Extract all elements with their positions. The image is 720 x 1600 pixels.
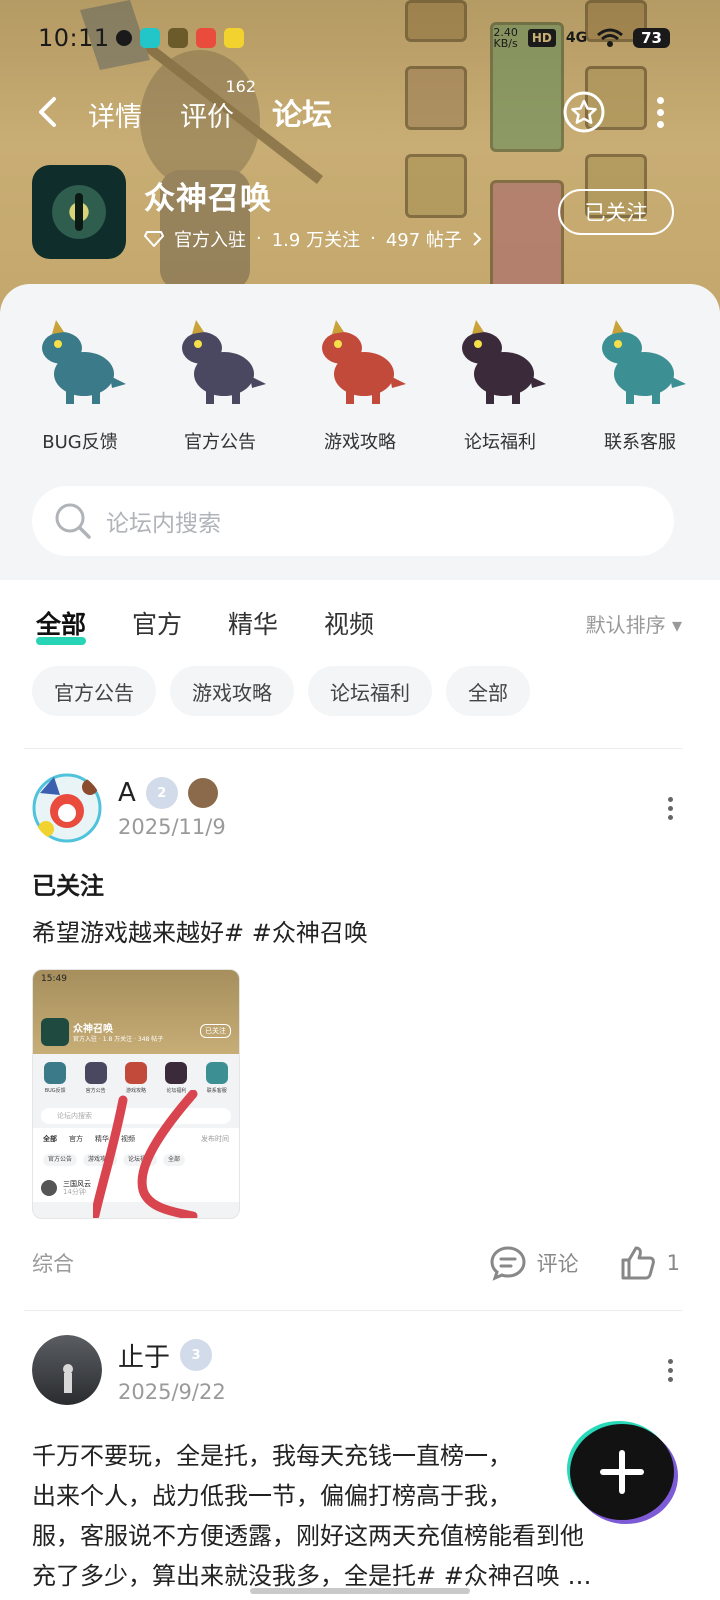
thumb-time: 15:49: [41, 974, 67, 984]
follower-count: 1.9 万关注: [271, 229, 361, 251]
tab-details[interactable]: 详情: [88, 95, 142, 134]
avatar[interactable]: [32, 773, 102, 843]
filter-tab-video[interactable]: 视频: [324, 605, 374, 641]
quick-link-label: BUG反馈: [42, 432, 118, 453]
author-name[interactable]: 止于: [118, 1337, 170, 1374]
like-count: 1: [666, 1251, 680, 1275]
quick-link-bug-report[interactable]: BUG反馈: [15, 314, 145, 454]
post-body[interactable]: 希望游戏越来越好# #众神召唤: [32, 915, 680, 951]
post-more-icon[interactable]: [660, 796, 680, 820]
post-title[interactable]: 已关注: [32, 866, 680, 901]
comment-icon: [490, 1246, 526, 1281]
game-info: 众神召唤 官方入驻 · 1.9 万关注 · 497 帖子 已关注: [32, 164, 674, 260]
comment-button[interactable]: 评论: [489, 1245, 579, 1281]
category-chips: 官方公告 游戏攻略 论坛福利 全部: [32, 666, 530, 716]
thumb-game-icon: [41, 1018, 69, 1046]
divider: [24, 748, 682, 749]
sort-dropdown[interactable]: 默认排序 ▾: [586, 609, 682, 638]
quick-link-welfare[interactable]: 论坛福利: [435, 314, 565, 454]
post-more-icon[interactable]: [660, 1358, 680, 1382]
favorite-star-icon[interactable]: [562, 90, 606, 134]
follow-button[interactable]: 已关注: [558, 189, 674, 235]
home-indicator[interactable]: [250, 1588, 470, 1594]
avatar[interactable]: [32, 1335, 102, 1405]
diamond-icon: [144, 230, 164, 247]
app-notification-icon: [223, 28, 244, 48]
quick-link-customer-service[interactable]: 联系客服: [575, 314, 705, 454]
filter-tab-all[interactable]: 全部: [36, 605, 87, 645]
quick-link-label: 游戏攻略: [324, 432, 396, 453]
thumb-game-name: 众神召唤: [73, 1024, 113, 1035]
official-label: 官方入驻: [174, 229, 246, 251]
post-date: 2025/11/9: [118, 815, 226, 839]
divider: [24, 1310, 682, 1311]
thumb-follow: 已关注: [200, 1024, 231, 1038]
create-post-button[interactable]: [570, 1424, 674, 1520]
thumb-chip: 官方公告: [43, 1154, 78, 1166]
network-speed: 2.40 KB/s: [493, 26, 518, 50]
author-name[interactable]: A: [118, 778, 136, 808]
scribble-mark: [93, 1090, 198, 1218]
quick-link-label: 联系客服: [604, 432, 676, 453]
monster-icon: [322, 320, 406, 404]
monster-icon: [42, 320, 126, 404]
quick-link-label: 官方公告: [184, 432, 256, 453]
tab-forum[interactable]: 论坛: [272, 90, 332, 138]
back-button[interactable]: [36, 92, 66, 132]
game-name: 众神召唤: [144, 180, 272, 217]
thumb-game-meta: 官方入驻 · 1.8 万关注 · 348 帖子: [73, 1036, 164, 1043]
filter-tabs: 全部 官方 精华 视频 默认排序 ▾: [36, 598, 682, 648]
monster-icon: [602, 320, 686, 404]
post-category[interactable]: 综合: [32, 1248, 74, 1278]
user-badge-icon: [187, 778, 218, 808]
top-navigation: 详情 评价 162 论坛: [36, 77, 670, 140]
chip-guide[interactable]: 游戏攻略: [170, 666, 294, 716]
quick-link-guides[interactable]: 游戏攻略: [295, 314, 425, 454]
search-placeholder: 论坛内搜索: [106, 511, 221, 537]
chip-announcement[interactable]: 官方公告: [32, 666, 156, 716]
level-badge: 3: [180, 1339, 213, 1371]
thumbs-up-icon: [621, 1246, 655, 1280]
search-icon: [55, 503, 91, 539]
post-count[interactable]: 497 帖子: [386, 226, 462, 252]
clock: 10:11: [38, 24, 110, 52]
thumb-link: BUG反馈: [44, 1062, 67, 1104]
monster-icon: [462, 320, 546, 404]
thumb-tab: 官方: [69, 1135, 83, 1143]
quick-links: BUG反馈 官方公告 游戏攻略 论坛福利 联系客服: [0, 284, 720, 454]
filter-tab-featured[interactable]: 精华: [228, 605, 278, 641]
notification-icon: [115, 30, 132, 46]
reviews-count-badge: 162: [225, 77, 256, 96]
search-input[interactable]: 论坛内搜索: [32, 486, 674, 556]
app-notification-icon: [139, 28, 160, 48]
chip-welfare[interactable]: 论坛福利: [308, 666, 432, 716]
game-icon[interactable]: [32, 165, 126, 259]
forum-panel: BUG反馈 官方公告 游戏攻略 论坛福利 联系客服 论坛内搜索: [0, 284, 720, 580]
chip-all[interactable]: 全部: [446, 666, 530, 716]
monster-icon: [182, 320, 266, 404]
level-badge: 2: [145, 777, 178, 809]
signal-icon: 4G: [565, 30, 588, 46]
post-image[interactable]: 15:49 众神召唤 官方入驻 · 1.8 万关注 · 348 帖子 已关注 B…: [32, 969, 240, 1219]
chevron-right-icon: [473, 231, 482, 246]
wifi-icon: [597, 28, 624, 47]
back-arrow-icon: [39, 97, 56, 127]
like-button[interactable]: 1: [619, 1245, 680, 1281]
hd-indicator: HD: [527, 29, 556, 47]
quick-link-announcements[interactable]: 官方公告: [155, 314, 285, 454]
status-bar: 10:11 2.40 KB/s HD 4G 73: [38, 20, 670, 56]
plus-icon: [600, 1450, 644, 1494]
filter-tab-official[interactable]: 官方: [132, 605, 182, 641]
app-notification-icon: [167, 28, 188, 48]
app-notification-icon: [195, 28, 216, 48]
more-menu-icon[interactable]: [650, 96, 670, 128]
thumb-tab: 全部: [43, 1135, 57, 1143]
quick-link-label: 论坛福利: [464, 432, 536, 453]
tab-reviews[interactable]: 评价 162: [180, 77, 256, 134]
post-card[interactable]: A 2 2025/11/9 已关注 希望游戏越来越好# #众神召唤 15:49 …: [32, 770, 680, 1283]
post-date: 2025/9/22: [118, 1379, 226, 1404]
battery-indicator: 73: [633, 28, 670, 48]
